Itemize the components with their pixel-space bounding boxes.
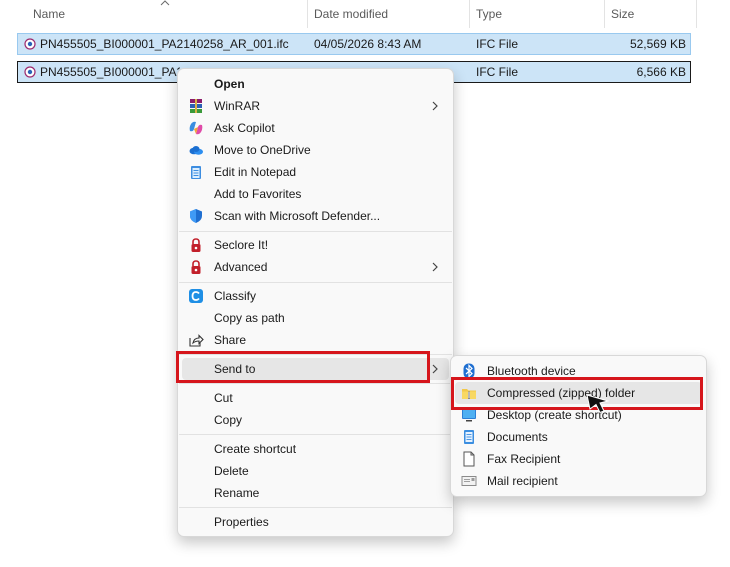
menu-item-properties[interactable]: Properties [182, 511, 449, 533]
menu-separator [179, 507, 452, 508]
file-name: PN455505_BI000001_PA2140258_AR_001.ifc [40, 37, 289, 51]
menu-item-classify[interactable]: Classify [182, 285, 449, 307]
menu-item-label: Rename [214, 486, 260, 500]
menu-item-label: Classify [214, 289, 257, 303]
defender-shield-icon [190, 209, 202, 223]
menu-item-move-onedrive[interactable]: Move to OneDrive [182, 139, 449, 161]
menu-item-label: Create shortcut [214, 442, 297, 456]
menu-item-share[interactable]: Share [182, 329, 449, 351]
menu-item-label: Cut [214, 391, 233, 405]
menu-item-label: Advanced [214, 260, 268, 274]
menu-item-label: Ask Copilot [214, 121, 275, 135]
classify-icon [189, 289, 203, 303]
sort-ascending-icon [160, 0, 170, 6]
copilot-icon [189, 121, 203, 135]
fax-document-icon [463, 451, 475, 467]
seclore-lock-icon [191, 260, 201, 274]
menu-separator [179, 282, 452, 283]
menu-item-seclore[interactable]: Seclore It! [182, 234, 449, 256]
mail-icon [461, 476, 477, 486]
notepad-icon [191, 166, 201, 179]
submenu-item-documents[interactable]: Documents [455, 426, 702, 448]
menu-item-label: Move to OneDrive [214, 143, 311, 157]
menu-item-copy[interactable]: Copy [182, 409, 449, 431]
ifc-file-icon [24, 66, 36, 78]
menu-item-label: Edit in Notepad [214, 165, 297, 179]
menu-item-open[interactable]: Open [182, 73, 449, 95]
menu-separator [179, 383, 452, 384]
menu-separator [179, 434, 452, 435]
menu-item-label: Open [214, 77, 245, 91]
column-date-modified[interactable]: Date modified [308, 0, 388, 28]
menu-item-winrar[interactable]: WinRAR [182, 95, 449, 117]
menu-item-label: Copy as path [214, 311, 285, 325]
menu-item-add-favorites[interactable]: Add to Favorites [182, 183, 449, 205]
file-type: IFC File [476, 37, 518, 51]
menu-item-edit-notepad[interactable]: Edit in Notepad [182, 161, 449, 183]
share-icon [189, 334, 204, 347]
chevron-right-icon [432, 364, 438, 374]
highlight-send-to [176, 351, 430, 383]
onedrive-cloud-icon [189, 146, 203, 155]
menu-item-scan-defender[interactable]: Scan with Microsoft Defender... [182, 205, 449, 227]
chevron-right-icon [432, 101, 438, 111]
column-header-bar: Name Date modified Type Size [0, 0, 730, 28]
menu-item-label: Documents [487, 430, 548, 444]
file-size: 6,566 KB [636, 65, 686, 79]
menu-separator [179, 231, 452, 232]
file-row[interactable]: PN455505_BI000001_PA2140258_AR_001.ifc 0… [17, 33, 691, 55]
menu-item-copy-path[interactable]: Copy as path [182, 307, 449, 329]
highlight-compressed-folder [451, 377, 703, 410]
winrar-icon [190, 99, 202, 113]
menu-item-label: Scan with Microsoft Defender... [214, 209, 381, 223]
menu-item-label: Fax Recipient [487, 452, 561, 466]
column-size[interactable]: Size [605, 0, 634, 28]
column-divider[interactable] [696, 0, 697, 28]
menu-item-label: Share [214, 333, 247, 347]
chevron-right-icon [432, 262, 438, 272]
menu-item-label: Seclore It! [214, 238, 269, 252]
menu-item-label: Properties [214, 515, 269, 529]
menu-item-label: Copy [214, 413, 243, 427]
documents-icon [464, 430, 474, 444]
submenu-item-fax[interactable]: Fax Recipient [455, 448, 702, 470]
seclore-lock-icon [191, 238, 201, 252]
menu-item-rename[interactable]: Rename [182, 482, 449, 504]
file-type: IFC File [476, 65, 518, 79]
file-name: PN455505_BI000001_PA214 [40, 65, 180, 79]
menu-item-label: Add to Favorites [214, 187, 302, 201]
context-menu: Open WinRAR Ask Copilot Move to OneDrive [177, 68, 454, 537]
file-size: 52,569 KB [629, 37, 686, 51]
column-name[interactable]: Name [27, 0, 65, 28]
menu-item-ask-copilot[interactable]: Ask Copilot [182, 117, 449, 139]
menu-item-cut[interactable]: Cut [182, 387, 449, 409]
submenu-item-mail[interactable]: Mail recipient [455, 470, 702, 492]
menu-item-label: Mail recipient [487, 474, 558, 488]
menu-item-delete[interactable]: Delete [182, 460, 449, 482]
column-type[interactable]: Type [470, 0, 502, 28]
file-date: 04/05/2026 8:43 AM [314, 37, 422, 51]
mouse-cursor-icon [586, 394, 610, 413]
menu-item-create-shortcut[interactable]: Create shortcut [182, 438, 449, 460]
menu-item-label: Delete [214, 464, 249, 478]
menu-item-advanced[interactable]: Advanced [182, 256, 449, 278]
ifc-file-icon [24, 38, 36, 50]
menu-item-label: WinRAR [214, 99, 261, 113]
